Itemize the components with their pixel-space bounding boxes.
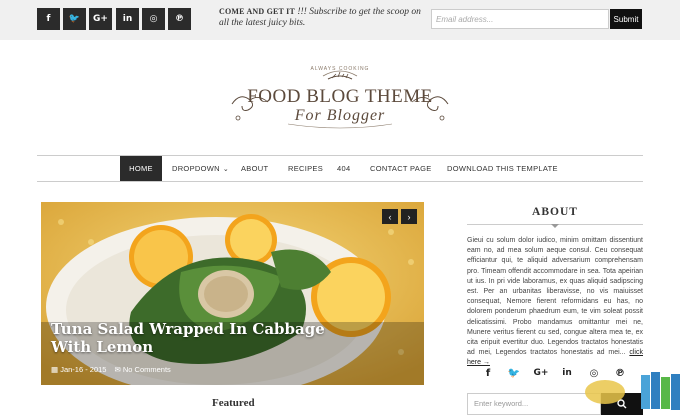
post-comments-text: No Comments bbox=[122, 365, 171, 374]
twitter-icon[interactable]: 🐦 bbox=[63, 8, 86, 30]
subscribe-lead: COME AND GET IT bbox=[219, 7, 295, 16]
email-field[interactable]: Email address... bbox=[431, 9, 609, 29]
logo-tagline: ALWAYS COOKING bbox=[310, 66, 370, 72]
nav-item-home[interactable]: HOME bbox=[120, 156, 162, 181]
twitter-icon[interactable]: 🐦 bbox=[507, 366, 521, 380]
nav-item-recipes[interactable]: RECIPES bbox=[288, 156, 323, 181]
nav-item-dropdown-label: DROPDOWN bbox=[172, 164, 220, 173]
facebook-icon[interactable]: f bbox=[37, 8, 60, 30]
about-body: Gieui cu solum dolor iudico, minim omitt… bbox=[467, 237, 643, 357]
watermark-logo-image bbox=[585, 372, 680, 410]
next-slide-button[interactable]: › bbox=[401, 209, 417, 224]
hero-meta: ▦ Jan-16 - 2015 ✉ No Comments bbox=[51, 365, 171, 374]
linkedin-icon[interactable]: in bbox=[116, 8, 139, 30]
main-nav: HOME DROPDOWN ⌄ ABOUT RECIPES 404 CONTAC… bbox=[37, 155, 643, 182]
subscribe-text: COME AND GET IT !!! Subscribe to get the… bbox=[219, 6, 424, 29]
about-heading: ABOUT bbox=[532, 206, 578, 218]
pinterest-icon[interactable]: ℗ bbox=[168, 8, 191, 30]
about-text: Gieui cu solum dolor iudico, minim omitt… bbox=[467, 236, 643, 369]
nav-item-download[interactable]: DOWNLOAD THIS TEMPLATE bbox=[447, 156, 558, 181]
chevron-down-icon: ⌄ bbox=[222, 165, 229, 173]
search-input[interactable]: Enter keyword... bbox=[467, 393, 601, 415]
post-date-text: Jan-16 - 2015 bbox=[60, 365, 107, 374]
linkedin-icon[interactable]: in bbox=[560, 366, 574, 380]
facebook-icon[interactable]: f bbox=[481, 366, 495, 380]
hero-image[interactable] bbox=[41, 202, 424, 385]
hero-title[interactable]: Tuna Salad Wrapped In Cabbage With Lemon bbox=[51, 320, 351, 356]
featured-heading: Featured bbox=[212, 397, 255, 409]
subscribe-bang: !!! bbox=[297, 7, 307, 17]
about-divider-arrow-icon bbox=[551, 224, 559, 228]
site-logo[interactable]: ALWAYS COOKING FOOD BLOG THEME For Blogg… bbox=[228, 62, 452, 132]
logo-title: FOOD BLOG THEME bbox=[247, 86, 433, 107]
logo-subtitle: For Blogger bbox=[294, 107, 386, 124]
prev-slide-button[interactable]: ‹ bbox=[382, 209, 398, 224]
instagram-icon[interactable]: ◎ bbox=[142, 8, 165, 30]
nav-item-dropdown[interactable]: DROPDOWN ⌄ bbox=[172, 156, 229, 181]
food-photo-image bbox=[41, 202, 424, 385]
google-plus-icon[interactable]: G+ bbox=[534, 366, 549, 380]
comment-icon: ✉ bbox=[114, 365, 121, 374]
calendar-icon: ▦ bbox=[51, 365, 59, 374]
submit-button[interactable]: Submit bbox=[610, 9, 642, 29]
post-comments[interactable]: ✉ No Comments bbox=[114, 365, 170, 374]
nav-item-contact[interactable]: CONTACT PAGE bbox=[370, 156, 432, 181]
post-date: ▦ Jan-16 - 2015 bbox=[51, 365, 106, 374]
google-plus-icon[interactable]: G+ bbox=[89, 8, 112, 30]
nav-item-about[interactable]: ABOUT bbox=[241, 156, 268, 181]
nav-item-404[interactable]: 404 bbox=[337, 156, 350, 181]
